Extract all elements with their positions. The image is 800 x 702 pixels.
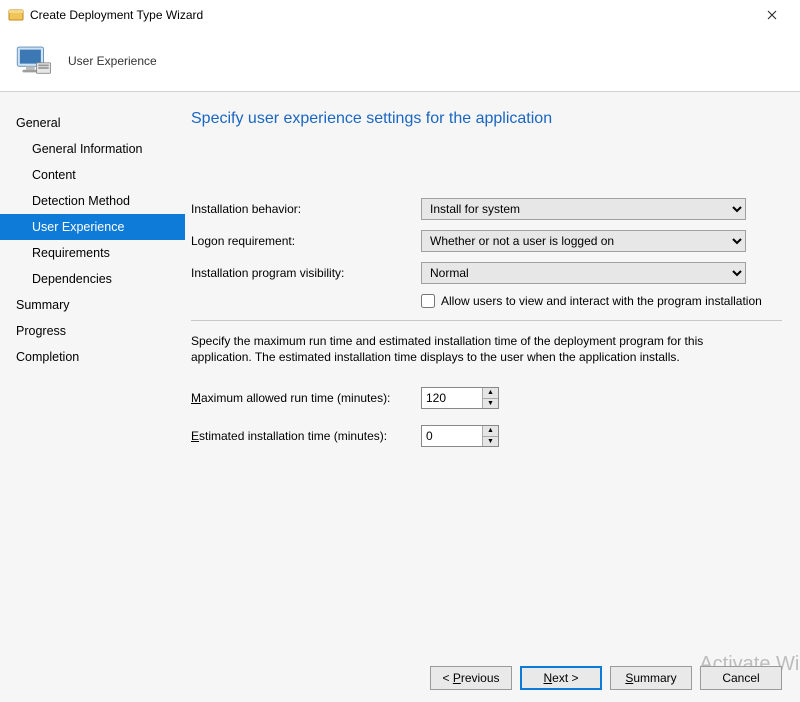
- divider: [191, 320, 782, 321]
- nav-user-experience[interactable]: User Experience: [0, 214, 185, 240]
- close-icon[interactable]: [752, 0, 792, 30]
- nav-summary[interactable]: Summary: [0, 292, 185, 318]
- logon-requirement-select[interactable]: Whether or not a user is logged on: [421, 230, 746, 252]
- wizard-buttons: < Previous Next > Summary Cancel: [430, 666, 782, 690]
- nav-general-information[interactable]: General Information: [0, 136, 185, 162]
- est-install-spinner: ▲ ▼: [421, 425, 499, 447]
- nav-progress[interactable]: Progress: [0, 318, 185, 344]
- install-behavior-label: Installation behavior:: [191, 202, 421, 216]
- page-heading: Specify user experience settings for the…: [191, 110, 782, 128]
- app-icon: [8, 7, 24, 23]
- est-install-input[interactable]: [422, 426, 482, 446]
- cancel-button[interactable]: Cancel: [700, 666, 782, 690]
- max-runtime-down[interactable]: ▼: [483, 399, 498, 409]
- time-description: Specify the maximum run time and estimat…: [191, 333, 751, 365]
- max-runtime-label: Maximum allowed run time (minutes):: [191, 391, 421, 405]
- allow-interact-label: Allow users to view and interact with th…: [441, 294, 762, 308]
- content-area: General General Information Content Dete…: [0, 92, 800, 702]
- logon-requirement-label: Logon requirement:: [191, 234, 421, 248]
- visibility-select[interactable]: Normal: [421, 262, 746, 284]
- visibility-label: Installation program visibility:: [191, 266, 421, 280]
- next-button[interactable]: Next >: [520, 666, 602, 690]
- allow-interact-checkbox[interactable]: [421, 294, 435, 308]
- titlebar: Create Deployment Type Wizard: [0, 0, 800, 30]
- nav-completion[interactable]: Completion: [0, 344, 185, 370]
- est-install-label: Estimated installation time (minutes):: [191, 429, 421, 443]
- est-install-up[interactable]: ▲: [483, 426, 498, 437]
- monitor-icon: [12, 40, 54, 82]
- wizard-page: Specify user experience settings for the…: [185, 92, 800, 702]
- nav-content[interactable]: Content: [0, 162, 185, 188]
- nav-requirements[interactable]: Requirements: [0, 240, 185, 266]
- summary-button[interactable]: Summary: [610, 666, 692, 690]
- max-runtime-spinner: ▲ ▼: [421, 387, 499, 409]
- install-behavior-select[interactable]: Install for system: [421, 198, 746, 220]
- est-install-down[interactable]: ▼: [483, 437, 498, 447]
- nav-detection-method[interactable]: Detection Method: [0, 188, 185, 214]
- wizard-nav: General General Information Content Dete…: [0, 92, 185, 702]
- nav-general[interactable]: General: [0, 110, 185, 136]
- nav-dependencies[interactable]: Dependencies: [0, 266, 185, 292]
- window-title: Create Deployment Type Wizard: [30, 8, 752, 22]
- max-runtime-input[interactable]: [422, 388, 482, 408]
- header-section-title: User Experience: [68, 54, 157, 68]
- previous-button[interactable]: < Previous: [430, 666, 512, 690]
- wizard-header: User Experience: [0, 30, 800, 92]
- max-runtime-up[interactable]: ▲: [483, 388, 498, 399]
